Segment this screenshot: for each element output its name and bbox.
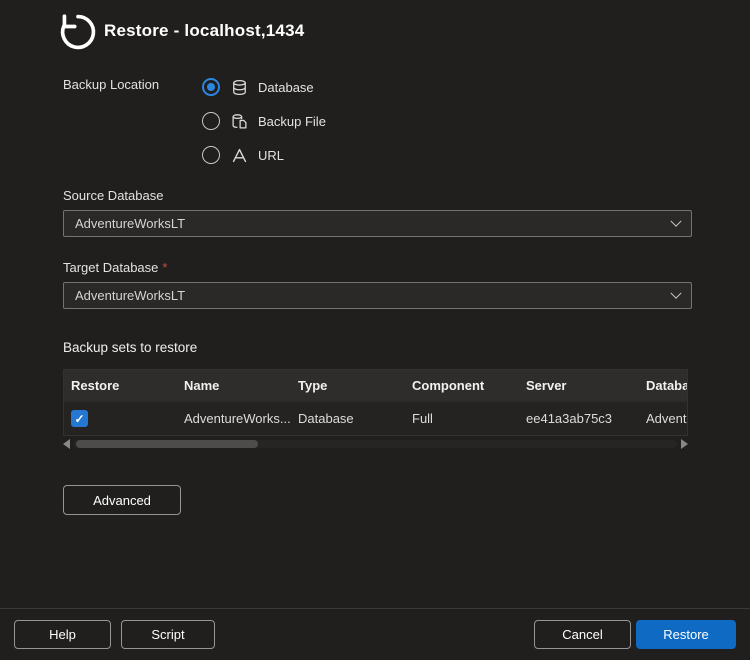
column-header-type: Type: [291, 378, 405, 393]
radio-unselected[interactable]: [202, 112, 220, 130]
source-database-label: Source Database: [63, 188, 163, 203]
table-row[interactable]: ✓ AdventureWorks... Database Full ee41a3…: [64, 401, 687, 435]
radio-unselected[interactable]: [202, 146, 220, 164]
target-database-label-wrap: Target Database *: [63, 260, 167, 275]
horizontal-scrollbar[interactable]: [63, 438, 688, 450]
source-database-select[interactable]: AdventureWorksLT: [63, 210, 692, 237]
scrollbar-track[interactable]: [74, 440, 677, 448]
scroll-left-icon[interactable]: [63, 439, 70, 449]
cell-name: AdventureWorks...: [177, 411, 291, 426]
cell-component: Full: [405, 411, 519, 426]
chevron-down-icon: [670, 287, 681, 298]
chevron-down-icon: [670, 215, 681, 226]
restore-checkbox[interactable]: ✓: [71, 410, 88, 427]
target-database-value: AdventureWorksLT: [75, 288, 185, 303]
radio-option-database[interactable]: Database: [202, 76, 314, 98]
radio-label-backup-file: Backup File: [258, 114, 326, 129]
script-button[interactable]: Script: [121, 620, 215, 649]
target-database-select[interactable]: AdventureWorksLT: [63, 282, 692, 309]
cell-type: Database: [291, 411, 405, 426]
radio-option-backup-file[interactable]: Backup File: [202, 110, 326, 132]
advanced-button[interactable]: Advanced: [63, 485, 181, 515]
scrollbar-thumb[interactable]: [76, 440, 258, 448]
backup-location-label: Backup Location: [63, 77, 159, 92]
url-icon: [230, 146, 248, 164]
dialog-title: Restore - localhost,1434: [104, 21, 304, 41]
help-button[interactable]: Help: [14, 620, 111, 649]
cell-restore: ✓: [64, 410, 177, 427]
restore-icon: [56, 10, 100, 54]
target-database-label: Target Database: [63, 260, 158, 275]
backup-sets-title: Backup sets to restore: [63, 340, 197, 355]
database-icon: [230, 78, 248, 96]
radio-dot: [207, 83, 215, 91]
radio-label-url: URL: [258, 148, 284, 163]
cell-database: Adventu: [639, 411, 687, 426]
restore-dialog: Restore - localhost,1434 Backup Location…: [0, 0, 750, 660]
cell-server: ee41a3ab75c3: [519, 411, 639, 426]
column-header-name: Name: [177, 378, 291, 393]
column-header-component: Component: [405, 378, 519, 393]
column-header-server: Server: [519, 378, 639, 393]
required-asterisk: *: [162, 260, 167, 275]
column-header-database: Databa: [639, 378, 687, 393]
radio-label-database: Database: [258, 80, 314, 95]
radio-option-url[interactable]: URL: [202, 144, 284, 166]
source-database-value: AdventureWorksLT: [75, 216, 185, 231]
radio-selected[interactable]: [202, 78, 220, 96]
scroll-right-icon[interactable]: [681, 439, 688, 449]
check-icon: ✓: [74, 412, 84, 426]
cancel-button[interactable]: Cancel: [534, 620, 631, 649]
backup-sets-table: Restore Name Type Component Server Datab…: [63, 369, 688, 436]
backup-file-icon: [230, 112, 248, 130]
restore-button[interactable]: Restore: [636, 620, 736, 649]
table-header-row: Restore Name Type Component Server Datab…: [64, 370, 687, 401]
column-header-restore: Restore: [64, 378, 177, 393]
footer-divider: [0, 608, 750, 609]
